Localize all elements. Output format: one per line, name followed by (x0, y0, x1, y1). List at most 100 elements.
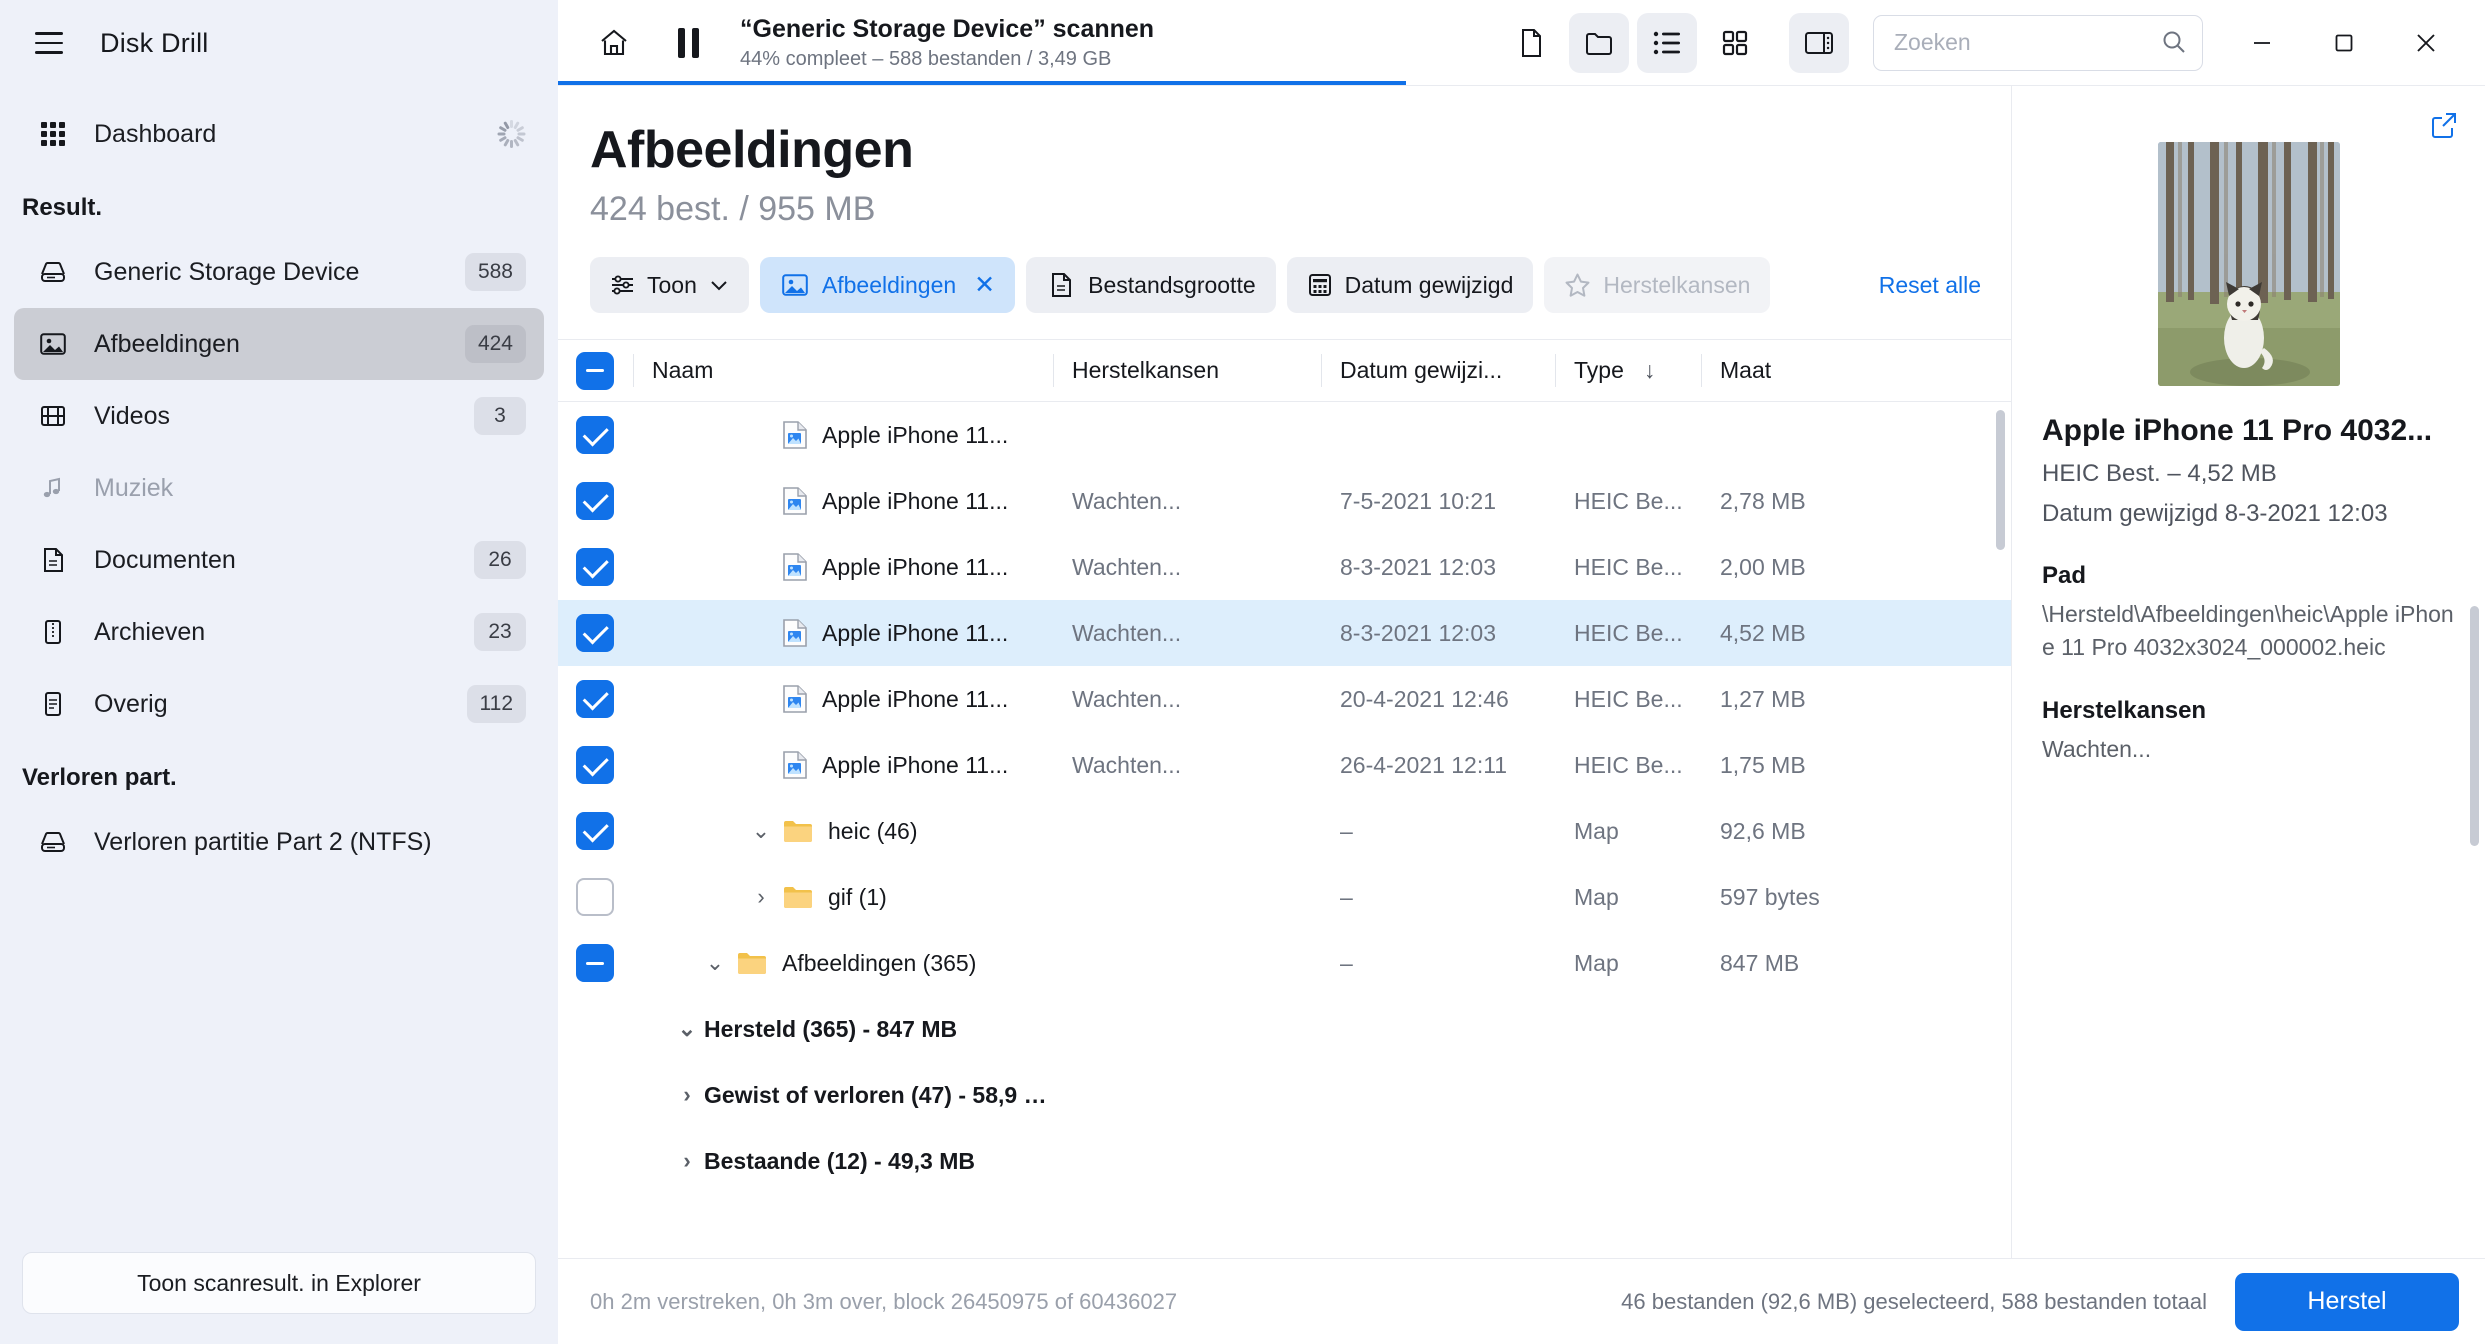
sidebar-item-dashboard[interactable]: Dashboard (14, 98, 544, 170)
show-filter-dropdown[interactable]: Toon (590, 257, 749, 313)
sidebar-item-label: Documenten (94, 545, 236, 574)
preview-scrollbar[interactable] (2470, 606, 2479, 846)
row-checkbox[interactable] (576, 680, 614, 718)
column-header-name[interactable]: Naam (634, 340, 1054, 401)
select-all-checkbox[interactable] (576, 351, 614, 390)
cell-odds: Wachten... (1072, 619, 1182, 646)
expand-caret-icon[interactable]: ⌄ (670, 1016, 704, 1042)
table-row[interactable]: › Gewist of verloren (47) - 58,9 MB (558, 1062, 2011, 1128)
recover-button[interactable]: Herstel (2235, 1272, 2459, 1331)
column-header-odds[interactable]: Herstelkansen (1054, 340, 1322, 401)
cell-date: – (1340, 883, 1353, 910)
table-row[interactable]: Apple iPhone 11... Wachten... 26-4-2021 12… (558, 732, 2011, 798)
heic-file-icon (782, 486, 808, 516)
column-header-size[interactable]: Maat (1702, 340, 1872, 401)
table-row[interactable]: Apple iPhone 11... (558, 402, 2011, 468)
sidebar-item-archieven[interactable]: Archieven 23 (14, 596, 544, 668)
expand-caret-icon[interactable]: › (670, 1148, 704, 1174)
table-row[interactable]: Apple iPhone 11... Wachten... 7-5-2021 10:… (558, 468, 2011, 534)
row-checkbox[interactable] (576, 614, 614, 652)
search-input[interactable] (1873, 14, 2203, 71)
row-checkbox[interactable] (576, 548, 614, 586)
remove-filter-icon[interactable]: ✕ (974, 270, 995, 300)
cell-name: Apple iPhone 11... (634, 420, 1054, 450)
filter-chip-afbeeldingen[interactable]: Afbeeldingen ✕ (759, 257, 1016, 313)
expand-caret-icon[interactable]: ⌄ (698, 950, 732, 976)
preview-thumbnail[interactable] (2157, 142, 2340, 386)
cell-name: › Gewist of verloren (47) - 58,9 MB (634, 1082, 1054, 1109)
sidebar-item-afbeeldingen[interactable]: Afbeeldingen 424 (14, 308, 544, 380)
folder-icon (736, 949, 768, 977)
home-icon[interactable] (588, 17, 640, 69)
file-name-label: Afbeeldingen (365) (782, 949, 977, 976)
sidebar-item-overig[interactable]: Overig 112 (14, 668, 544, 740)
row-checkbox[interactable] (576, 416, 614, 454)
preview-odds-heading: Herstelkansen (2042, 697, 2207, 725)
table-row[interactable]: › gif (1) – Map 597 bytes (558, 864, 2011, 930)
sidebar-section-result: Result. (22, 194, 103, 221)
grid-view-icon[interactable] (1705, 13, 1765, 73)
sidebar-item-generic-storage-device[interactable]: Generic Storage Device 588 (14, 236, 544, 308)
table-row[interactable]: Apple iPhone 11... Wachten... 8-3-2021 12:… (558, 600, 2011, 666)
row-checkbox[interactable] (576, 746, 614, 784)
filter-chip-label: Datum gewijzigd (1344, 271, 1514, 298)
filter-chip-datum-gewijzigd[interactable]: Datum gewijzigd (1286, 257, 1534, 313)
table-row[interactable]: ⌄ Afbeeldingen (365) – Map 847 MB (558, 930, 2011, 996)
row-checkbox[interactable] (576, 878, 614, 916)
table-row[interactable]: Apple iPhone 11... Wachten... 8-3-2021 12:… (558, 534, 2011, 600)
open-external-icon[interactable] (2429, 110, 2459, 140)
cell-date: 8-3-2021 12:03 (1340, 553, 1497, 580)
list-view-icon[interactable] (1637, 12, 1697, 73)
sidebar-item-videos[interactable]: Videos 3 (14, 380, 544, 452)
menu-hamburger-icon[interactable] (28, 22, 70, 64)
column-header-type[interactable]: Type ↓ (1556, 340, 1702, 401)
reset-all-link[interactable]: Reset alle (1879, 272, 1981, 299)
show-filter-label: Toon (647, 271, 697, 298)
search-icon[interactable] (2161, 29, 2187, 55)
heic-file-icon (782, 552, 808, 582)
table-row[interactable]: ⌄ heic (46) – Map 92,6 MB (558, 798, 2011, 864)
filter-chip-label: Afbeeldingen (821, 271, 957, 298)
window-close-button[interactable] (2389, 9, 2463, 77)
app-title: Disk Drill (100, 27, 209, 58)
row-checkbox[interactable] (576, 812, 614, 850)
sidebar-item-documenten[interactable]: Documenten 26 (14, 524, 544, 596)
table-row[interactable]: Apple iPhone 11... Wachten... 20-4-2021 12… (558, 666, 2011, 732)
preview-odds-value: Wachten... (2042, 736, 2152, 763)
folder-view-icon[interactable] (1569, 12, 1629, 73)
table-row[interactable]: › Bestaande (12) - 49,3 MB (558, 1128, 2011, 1194)
file-name-label: Bestaande (12) - 49,3 MB (704, 1147, 975, 1174)
archive-icon (32, 617, 74, 647)
heic-file-icon (782, 750, 808, 780)
cell-name: ⌄ heic (46) (634, 817, 1054, 845)
panel-view-icon[interactable] (1789, 12, 1849, 73)
window-maximize-button[interactable] (2307, 9, 2381, 77)
file-name-label: Apple iPhone 11... (822, 553, 1009, 580)
pause-icon[interactable] (662, 17, 714, 69)
cell-size: 597 bytes (1720, 883, 1820, 910)
filter-chip-bestandsgrootte[interactable]: Bestandsgrootte (1026, 257, 1276, 313)
sidebar-item-muziek[interactable]: Muziek (14, 452, 544, 524)
sidebar-item-label: Verloren partitie Part 2 (NTFS) (94, 827, 432, 856)
filter-chip-herstelkansen[interactable]: Herstelkansen (1544, 257, 1771, 313)
sidebar-item-lost-partition[interactable]: Verloren partitie Part 2 (NTFS) (14, 806, 544, 878)
cell-size: 92,6 MB (1720, 817, 1806, 844)
table-scrollbar[interactable] (1996, 410, 2005, 550)
preview-panel: Apple iPhone 11 Pro 4032... HEIC Best. –… (2011, 86, 2485, 1258)
show-in-explorer-button[interactable]: Toon scanresult. in Explorer (22, 1252, 536, 1314)
table-row[interactable]: ⌄ Hersteld (365) - 847 MB (558, 996, 2011, 1062)
search-container (1873, 14, 2203, 71)
file-name-label: Apple iPhone 11... (822, 685, 1009, 712)
folder-icon (782, 883, 814, 911)
expand-caret-icon[interactable]: › (744, 884, 778, 910)
expand-caret-icon[interactable]: ⌄ (744, 818, 778, 844)
image-icon (780, 270, 810, 300)
column-header-date[interactable]: Datum gewijzi... (1322, 340, 1556, 401)
row-checkbox[interactable] (576, 482, 614, 520)
window-minimize-button[interactable] (2225, 9, 2299, 77)
expand-caret-icon[interactable]: › (670, 1082, 704, 1108)
cell-type: Map (1574, 883, 1619, 910)
cell-name: Apple iPhone 11... (634, 684, 1054, 714)
row-checkbox[interactable] (576, 944, 614, 982)
file-view-icon[interactable] (1501, 13, 1561, 73)
